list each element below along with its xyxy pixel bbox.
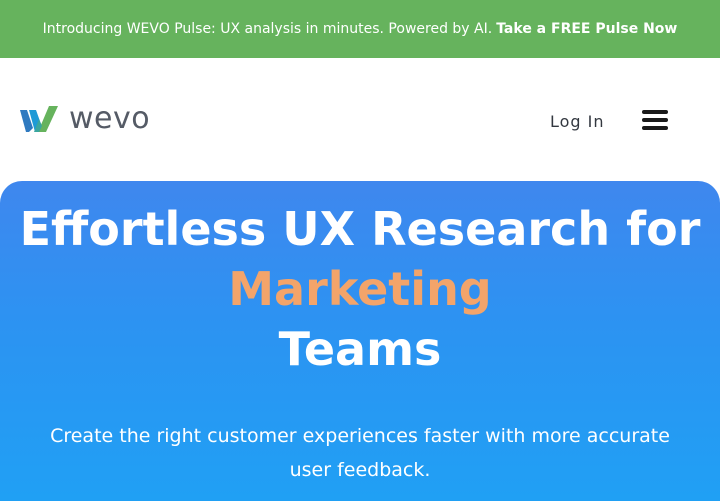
announcement-bar: Introducing WEVO Pulse: UX analysis in m… <box>0 0 720 58</box>
free-pulse-link[interactable]: Take a FREE Pulse Now <box>496 21 677 37</box>
hero-section: Effortless UX Research for Marketing Tea… <box>0 181 720 501</box>
wevo-logo-mark-icon <box>20 106 58 132</box>
logo-wordmark: wevo <box>69 101 151 136</box>
hero-title: Effortless UX Research for Marketing Tea… <box>0 199 720 379</box>
menu-bar <box>642 126 668 130</box>
site-header: wevo Log In <box>0 58 720 182</box>
announcement-text: Introducing WEVO Pulse: UX analysis in m… <box>42 21 493 37</box>
hamburger-menu-icon[interactable] <box>642 110 670 132</box>
wevo-logo[interactable]: wevo <box>20 101 151 136</box>
menu-bar <box>642 118 668 122</box>
hero-subtitle: Create the right customer experiences fa… <box>50 425 670 481</box>
hero-title-line-1: Effortless UX Research for <box>19 202 701 256</box>
hero-title-line-3: Teams <box>278 322 442 376</box>
hero-title-accent: Marketing <box>228 262 492 316</box>
login-link[interactable]: Log In <box>550 112 605 131</box>
menu-bar <box>642 110 668 114</box>
